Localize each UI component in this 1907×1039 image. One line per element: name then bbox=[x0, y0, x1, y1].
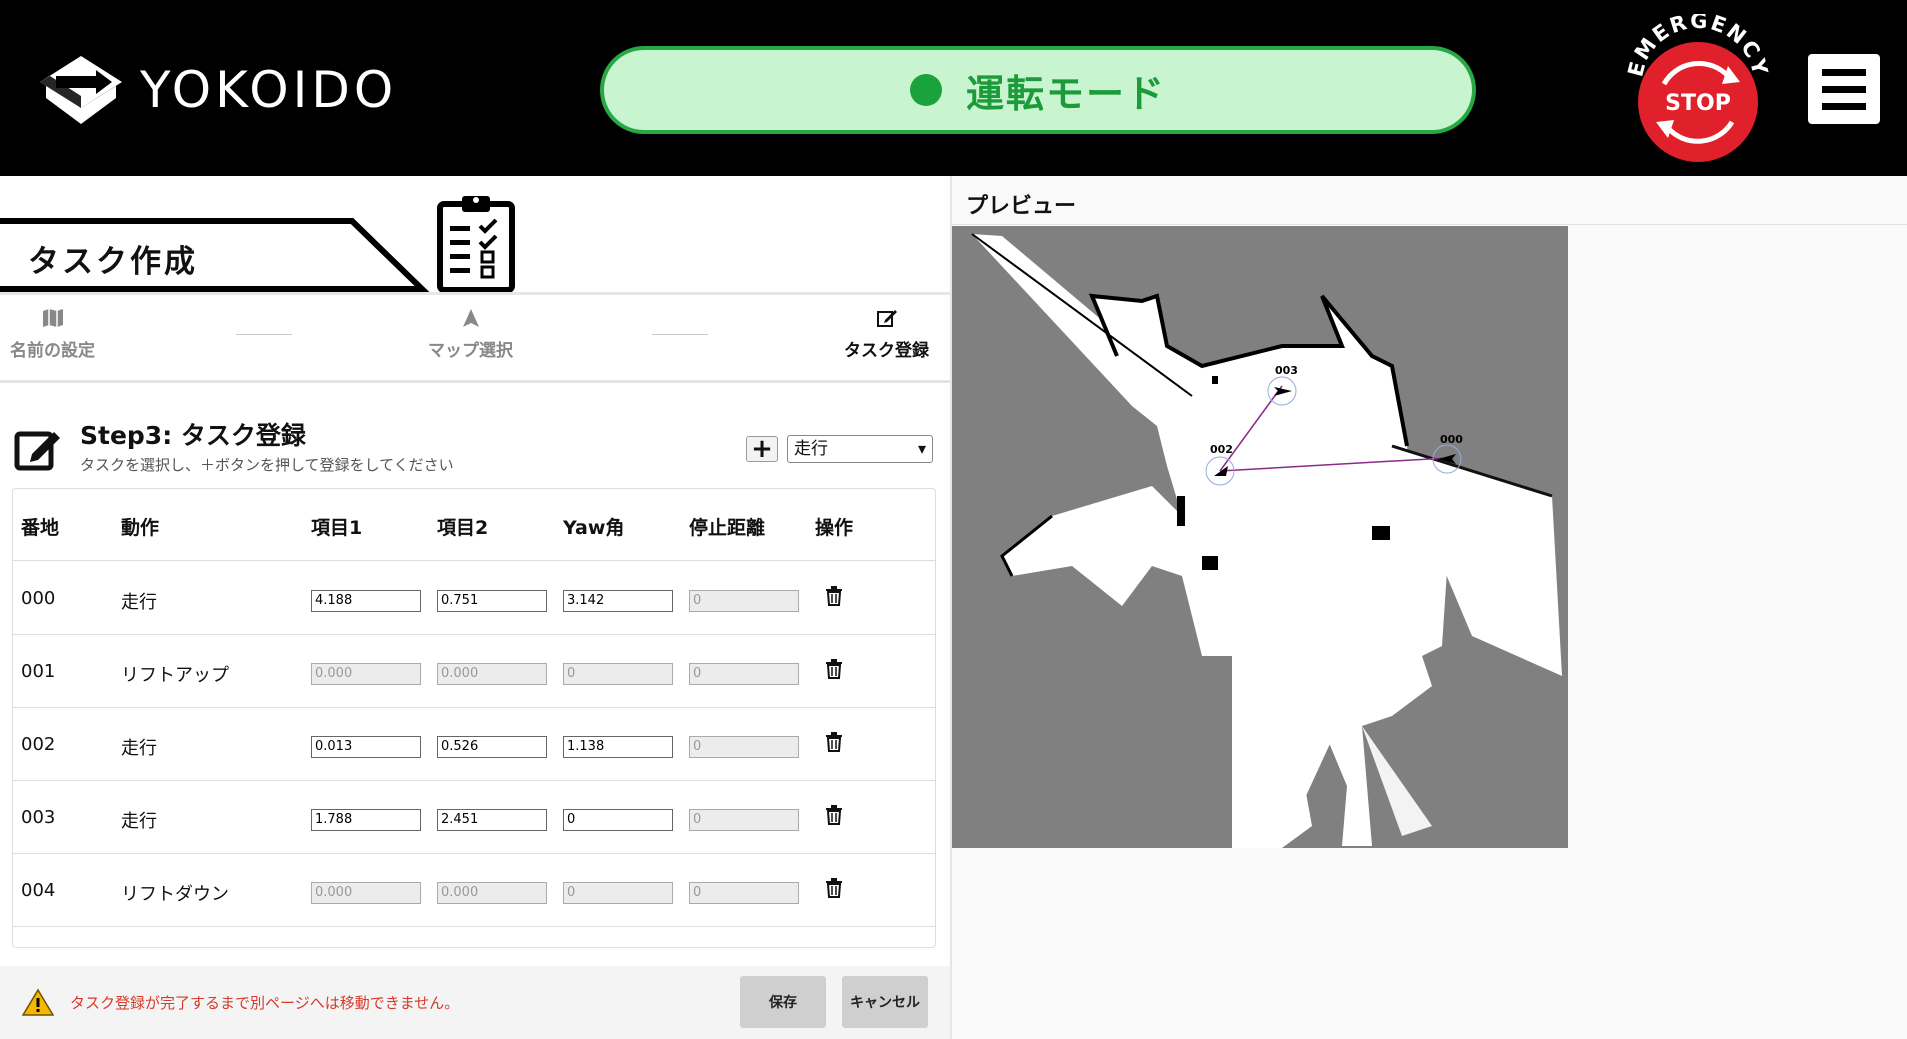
cell-address: 002 bbox=[21, 734, 56, 755]
menu-bar-icon bbox=[1822, 102, 1866, 110]
cell-action: 走行 bbox=[121, 738, 157, 759]
table-row: 003 走行 1.788 2.451 0 0 bbox=[13, 781, 935, 854]
preview-panel: プレビュー 003 002 000 bbox=[952, 176, 1907, 1039]
table-row: 001 リフトアップ 0.000 0.000 0 0 bbox=[13, 635, 935, 708]
input-v1[interactable]: 4.188 bbox=[311, 590, 421, 612]
input-v2: 0.000 bbox=[437, 882, 547, 904]
step-connector bbox=[236, 334, 292, 335]
occupancy-map[interactable]: 003 002 000 bbox=[952, 226, 1568, 848]
status-dot-icon bbox=[909, 74, 942, 106]
task-type-select[interactable]: 走行 bbox=[787, 435, 933, 463]
input-yaw[interactable]: 0 bbox=[563, 809, 673, 831]
step-label: 名前の設定 bbox=[10, 341, 95, 361]
input-v2: 0.000 bbox=[437, 663, 547, 685]
app-header: YOKOIDO 運転モード EMERGENCY STOP bbox=[0, 0, 1907, 176]
cell-address: 001 bbox=[21, 661, 56, 682]
column-header: 動作 bbox=[121, 517, 160, 539]
step3-title: Step3: タスク登録 bbox=[80, 421, 306, 450]
hamburger-menu-button[interactable] bbox=[1808, 54, 1880, 124]
navigation-arrow-icon bbox=[462, 309, 479, 327]
step-task-register[interactable]: タスク登録 bbox=[844, 308, 929, 361]
map-icon bbox=[42, 309, 63, 327]
menu-bar-icon bbox=[1822, 85, 1866, 93]
input-yaw: 0 bbox=[563, 663, 673, 685]
warning-icon bbox=[22, 988, 54, 1016]
table-header: 番地 動作 項目1 項目2 Yaw角 停止距離 操作 bbox=[13, 489, 935, 561]
divider bbox=[0, 380, 950, 383]
mode-label: 運転モード bbox=[965, 71, 1166, 116]
logo: YOKOIDO bbox=[36, 52, 456, 128]
step-indicator: 名前の設定 マップ選択 タスク登録 bbox=[0, 298, 950, 378]
input-stop: 0 bbox=[689, 663, 799, 685]
cell-address: 003 bbox=[21, 807, 56, 828]
input-v2[interactable]: 2.451 bbox=[437, 809, 547, 831]
edit-icon bbox=[14, 431, 60, 471]
input-stop: 0 bbox=[689, 809, 799, 831]
warning-message: タスク登録が完了するまで別ページへは移動できません。 bbox=[70, 994, 460, 1012]
input-yaw: 0 bbox=[563, 882, 673, 904]
cancel-button[interactable]: キャンセル bbox=[842, 976, 928, 1028]
waypoint-label: 002 bbox=[1210, 443, 1233, 456]
column-header: 項目2 bbox=[437, 517, 489, 539]
task-create-panel: タスク作成 名前の設定 マップ選択 タスク登録 Step3: タスク登録 タスク… bbox=[0, 176, 950, 1039]
input-v1: 0.000 bbox=[311, 882, 421, 904]
step-label: マップ選択 bbox=[428, 341, 513, 361]
step-map-select[interactable]: マップ選択 bbox=[428, 308, 513, 361]
input-v2[interactable]: 0.526 bbox=[437, 736, 547, 758]
cell-action: 走行 bbox=[121, 811, 157, 832]
table-row: 004 リフトダウン 0.000 0.000 0 0 bbox=[13, 854, 935, 927]
menu-bar-icon bbox=[1822, 68, 1866, 76]
cell-action: 走行 bbox=[121, 592, 157, 613]
cell-action: リフトダウン bbox=[121, 884, 229, 905]
cell-address: 004 bbox=[21, 880, 56, 901]
table-row: 002 走行 0.013 0.526 1.138 0 bbox=[13, 708, 935, 781]
column-header: 停止距離 bbox=[689, 517, 766, 539]
delete-icon[interactable] bbox=[825, 732, 843, 752]
step-label: タスク登録 bbox=[844, 341, 929, 361]
input-v1[interactable]: 0.013 bbox=[311, 736, 421, 758]
step3-header: Step3: タスク登録 タスクを選択し、＋ボタンを押して登録をしてください +… bbox=[14, 412, 944, 482]
column-header: 番地 bbox=[21, 517, 60, 539]
preview-title: プレビュー bbox=[966, 194, 1077, 219]
estop-label: STOP bbox=[1665, 91, 1731, 116]
delete-icon[interactable] bbox=[825, 805, 843, 825]
table-row: 000 走行 4.188 0.751 3.142 0 bbox=[13, 562, 935, 635]
input-stop: 0 bbox=[689, 736, 799, 758]
task-type-selected: 走行 bbox=[794, 439, 828, 459]
column-header: Yaw角 bbox=[563, 517, 625, 539]
delete-icon[interactable] bbox=[825, 659, 843, 679]
cell-action: リフトアップ bbox=[121, 665, 229, 686]
logo-mark-icon bbox=[40, 56, 122, 124]
save-button[interactable]: 保存 bbox=[740, 976, 826, 1028]
delete-icon[interactable] bbox=[825, 586, 843, 606]
task-table: 番地 動作 項目1 項目2 Yaw角 停止距離 操作 000 走行 4.188 0.7… bbox=[12, 488, 936, 948]
waypoint-label: 000 bbox=[1440, 433, 1463, 446]
step-connector bbox=[652, 334, 708, 335]
mode-indicator: 運転モード bbox=[600, 46, 1476, 134]
column-header: 操作 bbox=[815, 517, 854, 539]
input-v1[interactable]: 1.788 bbox=[311, 809, 421, 831]
page-title-tab: タスク作成 bbox=[0, 218, 430, 292]
edit-icon bbox=[876, 310, 897, 327]
column-header: 項目1 bbox=[311, 517, 363, 539]
delete-icon[interactable] bbox=[825, 878, 843, 898]
divider bbox=[952, 224, 1907, 225]
divider bbox=[0, 292, 950, 295]
clipboard-checklist-icon bbox=[437, 196, 515, 292]
input-stop: 0 bbox=[689, 590, 799, 612]
footer-bar: タスク登録が完了するまで別ページへは移動できません。 保存 キャンセル bbox=[0, 966, 950, 1039]
emergency-stop-button[interactable]: EMERGENCY STOP bbox=[1624, 14, 1770, 164]
logo-text: YOKOIDO bbox=[140, 61, 398, 119]
page-title: タスク作成 bbox=[28, 244, 198, 280]
input-stop: 0 bbox=[689, 882, 799, 904]
input-yaw[interactable]: 3.142 bbox=[563, 590, 673, 612]
cell-address: 000 bbox=[21, 588, 56, 609]
add-task-button[interactable]: + bbox=[746, 436, 778, 462]
input-yaw[interactable]: 1.138 bbox=[563, 736, 673, 758]
step3-subtitle: タスクを選択し、＋ボタンを押して登録をしてください bbox=[80, 456, 454, 474]
input-v1: 0.000 bbox=[311, 663, 421, 685]
step-name-setting[interactable]: 名前の設定 bbox=[10, 308, 95, 361]
waypoint-label: 003 bbox=[1275, 364, 1298, 377]
input-v2[interactable]: 0.751 bbox=[437, 590, 547, 612]
